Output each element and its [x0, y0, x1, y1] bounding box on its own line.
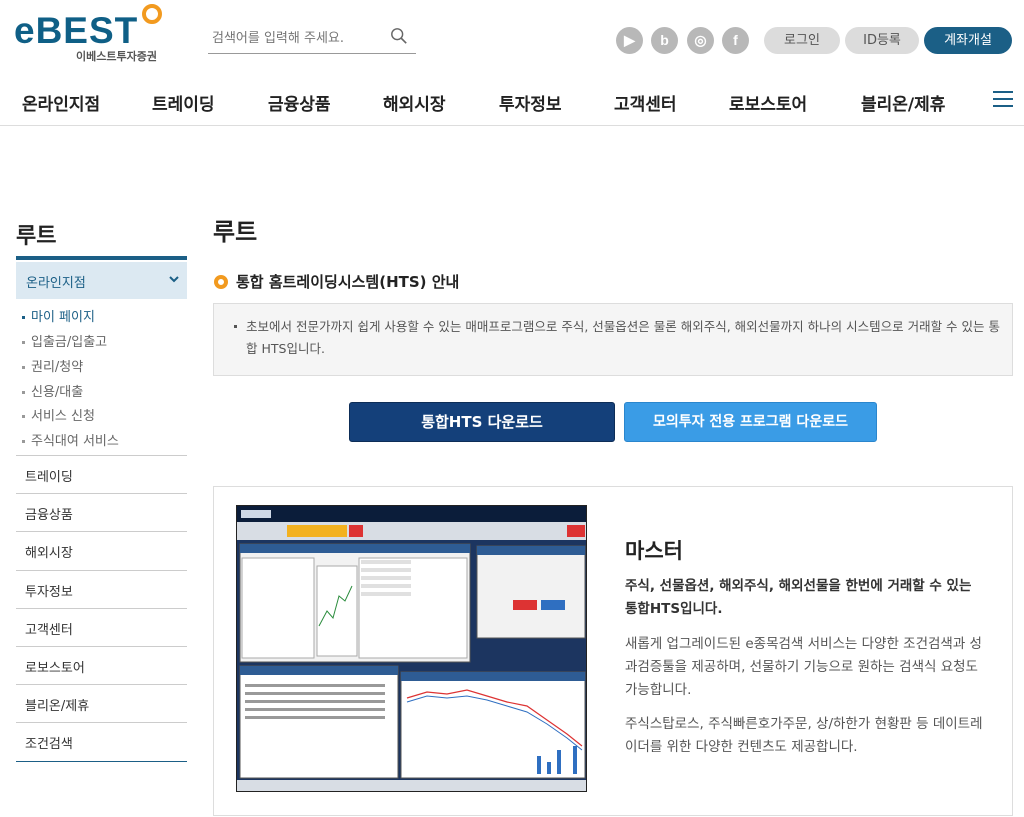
login-button[interactable]: 로그인	[764, 27, 840, 54]
lnb-item-financial-products[interactable]: 금융상품	[25, 504, 73, 523]
product-lead: 주식, 선물옵션, 해외주식, 해외선물을 한번에 거래할 수 있는 통합HTS…	[625, 578, 972, 617]
lnb-sub-deposit-withdraw[interactable]: 입출금/입출고	[22, 331, 107, 350]
section-bullet-icon	[214, 275, 228, 289]
lnb-sub-rights[interactable]: 권리/청약	[22, 356, 83, 375]
lnb-item-invest-info[interactable]: 투자정보	[25, 581, 73, 600]
lnb-item-bullion[interactable]: 블리온/제휴	[25, 695, 89, 714]
global-nav: 온라인지점 트레이딩 금융상품 해외시장 투자정보 고객센터 로보스토어 블리온…	[0, 78, 1024, 126]
logo-ring-icon	[142, 4, 162, 24]
header: eBEST 이베스트투자증권 ▶ b ◎ f 로그인 ID등록 계좌개설	[0, 0, 1024, 78]
lnb-divider	[16, 256, 187, 260]
lnb-item-trading[interactable]: 트레이딩	[25, 466, 73, 485]
hts-screenshot-image	[236, 505, 587, 792]
hts-screenshot-illustration	[237, 506, 586, 791]
product-description-2: 주식스탑로스, 주식빠른호가주문, 상/하한가 현황판 등 데이트레이더를 위한…	[625, 716, 983, 755]
product-title: 마스터	[625, 539, 683, 563]
page-title: 루트	[213, 218, 258, 246]
lnb-title: 루트	[16, 224, 57, 249]
bullet-icon	[234, 325, 237, 328]
search-input[interactable]	[208, 24, 378, 52]
lnb-sub-service-request[interactable]: 서비스 신청	[22, 405, 95, 424]
lnb-item-online-branch[interactable]: 온라인지점	[16, 262, 187, 299]
blog-icon[interactable]: b	[651, 27, 678, 54]
lnb-active-label: 온라인지점	[26, 276, 86, 291]
product-card: 마스터 주식, 선물옵션, 해외주식, 해외선물을 한번에 거래할 수 있는 통…	[213, 486, 1013, 816]
lnb-item-condition-search[interactable]: 조건검색	[25, 733, 73, 752]
logo-subtitle: 이베스트투자증권	[76, 50, 157, 63]
chevron-down-icon	[169, 276, 179, 283]
instagram-icon[interactable]: ◎	[687, 27, 714, 54]
lnb-item-robo-store[interactable]: 로보스토어	[25, 657, 85, 676]
hts-download-button[interactable]: 통합HTS 다운로드	[349, 402, 615, 442]
lnb-sub-my-page[interactable]: 마이 페이지	[22, 306, 95, 325]
lnb-item-overseas[interactable]: 해외시장	[25, 542, 73, 561]
gnb-item-trading[interactable]: 트레이딩	[152, 90, 215, 115]
gnb-item-customer-center[interactable]: 고객센터	[614, 90, 677, 115]
search-icon[interactable]	[390, 27, 408, 45]
search-box	[208, 24, 416, 54]
gnb-item-online-branch[interactable]: 온라인지점	[22, 90, 100, 115]
lnb-sub-stock-lending[interactable]: 주식대여 서비스	[22, 430, 119, 449]
open-account-button[interactable]: 계좌개설	[924, 27, 1012, 54]
section-title: 통합 홈트레이딩시스템(HTS) 안내	[236, 273, 460, 291]
gnb-item-financial-products[interactable]: 금융상품	[268, 90, 331, 115]
menu-icon[interactable]	[993, 91, 1013, 109]
id-register-button[interactable]: ID등록	[845, 27, 919, 54]
gnb-item-bullion[interactable]: 블리온/제휴	[861, 90, 945, 115]
gnb-item-robo-store[interactable]: 로보스토어	[729, 90, 807, 115]
info-text: 초보에서 전문가까지 쉽게 사용할 수 있는 매매프로그램으로 주식, 선물옵션…	[246, 319, 1000, 356]
youtube-icon[interactable]: ▶	[616, 27, 643, 54]
facebook-icon[interactable]: f	[722, 27, 749, 54]
gnb-item-overseas[interactable]: 해외시장	[383, 90, 446, 115]
product-description: 새롭게 업그레이드된 e종목검색 서비스는 다양한 조건검색과 성과검증툴을 제…	[625, 636, 982, 698]
info-box: 초보에서 전문가까지 쉽게 사용할 수 있는 매매프로그램으로 주식, 선물옵션…	[213, 303, 1013, 376]
ebest-logo[interactable]: eBEST 이베스트투자증권	[14, 4, 169, 66]
lnb-item-customer-center[interactable]: 고객센터	[25, 619, 73, 638]
mock-trading-download-button[interactable]: 모의투자 전용 프로그램 다운로드	[624, 402, 877, 442]
gnb-item-invest-info[interactable]: 투자정보	[499, 90, 562, 115]
logo-text: eBEST	[14, 10, 139, 51]
lnb-sub-credit-loan[interactable]: 신용/대출	[22, 381, 83, 400]
